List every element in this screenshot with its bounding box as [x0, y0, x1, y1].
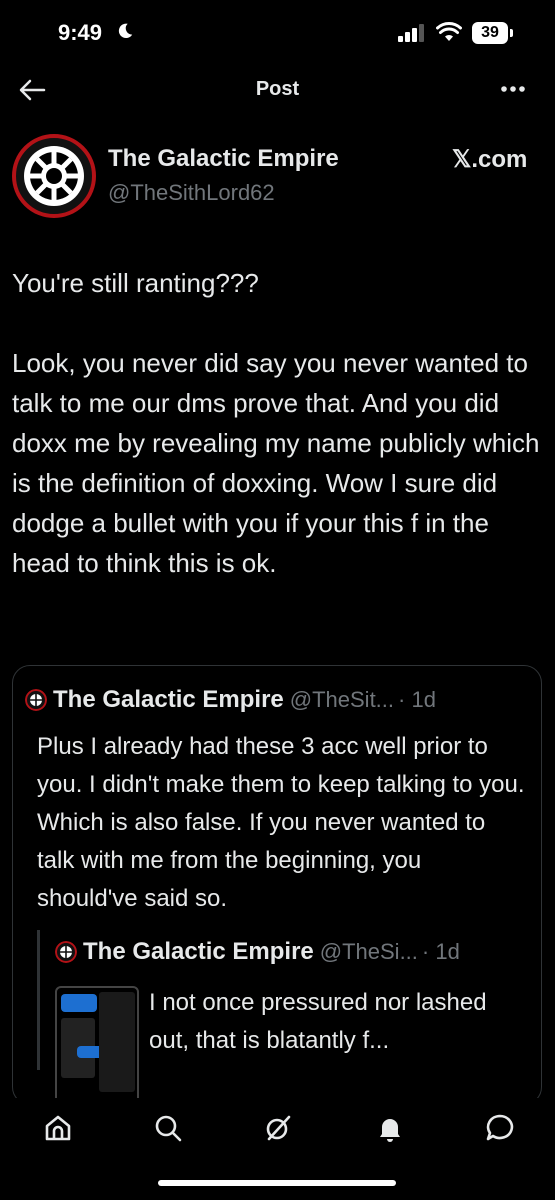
status-time: 9:49 — [58, 20, 103, 45]
battery-indicator: 39 — [472, 22, 508, 44]
home-icon[interactable] — [42, 1112, 74, 1144]
source-label: 𝕏.com — [452, 146, 528, 173]
bottom-nav — [0, 1098, 555, 1158]
more-options-icon[interactable] — [500, 82, 526, 96]
quoted-post[interactable]: The Galactic Empire @TheSit... · 1d Plus… — [12, 665, 542, 1105]
moon-icon — [118, 23, 133, 39]
imperial-emblem-icon — [55, 941, 77, 963]
thumbnail-text-block — [99, 992, 135, 1092]
nested-author-name: The Galactic Empire — [83, 938, 314, 965]
wifi-icon — [436, 22, 462, 41]
imperial-emblem-icon — [25, 689, 47, 711]
author-handle[interactable]: @TheSithLord62 — [108, 180, 275, 206]
page-title: Post — [255, 78, 300, 100]
signal-icon — [398, 24, 424, 42]
nested-author-handle: @TheSi... — [319, 939, 418, 964]
home-indicator — [158, 1180, 396, 1186]
screenshot-thumbnail[interactable] — [55, 986, 139, 1104]
quote-author-handle: @TheSit... — [289, 687, 395, 712]
search-icon[interactable] — [152, 1112, 184, 1144]
nested-quote-text: I not once pressured nor lashed out, tha… — [149, 989, 487, 1054]
quote-text: Plus I already had these 3 acc well prio… — [37, 733, 525, 912]
grok-icon[interactable] — [262, 1112, 294, 1144]
quote-author-name: The Galactic Empire — [53, 686, 284, 713]
messages-icon[interactable] — [484, 1112, 516, 1144]
avatar[interactable] — [12, 134, 96, 218]
battery-tip — [510, 29, 513, 37]
notifications-icon[interactable] — [374, 1112, 406, 1144]
quote-header: The Galactic Empire @TheSit... · 1d — [25, 686, 436, 714]
nested-time: · 1d — [421, 939, 460, 964]
thread-line — [37, 930, 40, 1070]
post-text: You're still ranting??? Look, you never … — [12, 268, 540, 578]
imperial-emblem-icon — [24, 146, 84, 206]
thumbnail-bubble — [61, 994, 97, 1012]
quote-time: · 1d — [398, 687, 436, 712]
nested-quote-header: The Galactic Empire @TheSi... · 1d — [55, 938, 460, 966]
back-arrow-icon[interactable] — [18, 78, 46, 102]
author-name[interactable]: The Galactic Empire — [108, 145, 339, 173]
